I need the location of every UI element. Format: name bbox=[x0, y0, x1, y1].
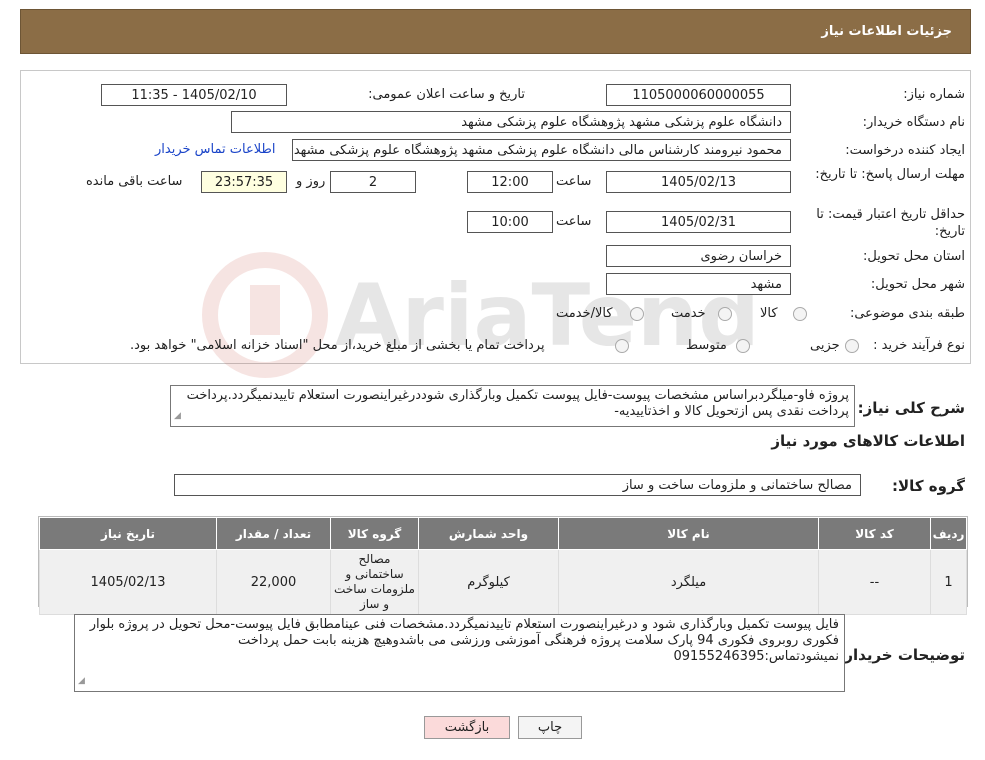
process-note: پرداخت تمام یا بخشی از مبلغ خرید،از محل … bbox=[130, 338, 545, 353]
validity-date-field: 1405/02/31 bbox=[606, 211, 791, 233]
summary-textarea[interactable]: پروژه فاو-میلگردبراساس مشخصات پیوست-فایل… bbox=[170, 385, 855, 427]
process-label: نوع فرآیند خرید : bbox=[873, 338, 965, 353]
city-field: مشهد bbox=[606, 273, 791, 295]
need-number-field: 1105000060000055 bbox=[606, 84, 791, 106]
contact-link[interactable]: اطلاعات تماس خریدار bbox=[155, 142, 275, 157]
contact-link-anchor[interactable]: اطلاعات تماس خریدار bbox=[155, 142, 275, 157]
radio-process-medium[interactable] bbox=[736, 339, 750, 353]
col-group: گروه کالا bbox=[330, 517, 419, 550]
creator-label: ایجاد کننده درخواست: bbox=[845, 143, 965, 158]
radio-category-goods[interactable] bbox=[793, 307, 807, 321]
goods-group-label: گروه کالا: bbox=[892, 477, 965, 495]
remaining-label: ساعت باقی مانده bbox=[86, 174, 183, 189]
radio-category-service[interactable] bbox=[718, 307, 732, 321]
col-unit: واحد شمارش bbox=[418, 517, 559, 550]
province-field: خراسان رضوی bbox=[606, 245, 791, 267]
process-minor-label: جزیی bbox=[810, 338, 840, 353]
page-title: جزئیات اطلاعات نیاز bbox=[821, 24, 952, 39]
cell-code: -- bbox=[818, 549, 931, 615]
col-name: نام کالا bbox=[558, 517, 819, 550]
cell-date: 1405/02/13 bbox=[39, 549, 217, 615]
remaining-time-field: 23:57:35 bbox=[201, 171, 287, 193]
resize-grip-icon[interactable]: ◢ bbox=[174, 408, 181, 424]
announce-field: 1405/02/10 - 11:35 bbox=[101, 84, 287, 106]
category-label: طبقه بندی موضوعی: bbox=[849, 306, 965, 321]
radio-process-minor[interactable] bbox=[845, 339, 859, 353]
resize-grip-icon[interactable]: ◢ bbox=[78, 673, 85, 689]
deadline-label: مهلت ارسال پاسخ: تا تاریخ: bbox=[815, 167, 965, 182]
validity-time-field: 10:00 bbox=[467, 211, 553, 233]
goods-section-title: اطلاعات کالاهای مورد نیاز bbox=[771, 432, 965, 450]
print-button[interactable]: چاپ bbox=[518, 716, 582, 739]
cell-qty: 22,000 bbox=[216, 549, 331, 615]
province-label: استان محل تحویل: bbox=[863, 249, 965, 264]
category-goods-service-label: کالا/خدمت bbox=[556, 306, 613, 321]
summary-label: شرح کلی نیاز: bbox=[857, 399, 965, 417]
table-header-row: ردیف کد کالا نام کالا واحد شمارش گروه کا… bbox=[39, 517, 967, 550]
buyer-org-label: نام دستگاه خریدار: bbox=[862, 115, 965, 130]
deadline-date-field: 1405/02/13 bbox=[606, 171, 791, 193]
days-field: 2 bbox=[330, 171, 416, 193]
col-code: کد کالا bbox=[818, 517, 931, 550]
col-row: ردیف bbox=[930, 517, 967, 550]
table-row[interactable]: 1 -- میلگرد کیلوگرم مصالح ساختمانی و ملز… bbox=[39, 549, 967, 615]
back-button[interactable]: بازگشت bbox=[424, 716, 510, 739]
deadline-time-label: ساعت bbox=[556, 174, 592, 189]
category-service-label: خدمت bbox=[671, 306, 706, 321]
goods-table: ردیف کد کالا نام کالا واحد شمارش گروه کا… bbox=[38, 516, 968, 615]
buyer-notes-textarea[interactable]: فایل پیوست تکمیل وبارگذاری شود و درغیرای… bbox=[74, 614, 845, 692]
cell-row: 1 bbox=[930, 549, 967, 615]
deadline-time-field: 12:00 bbox=[467, 171, 553, 193]
days-label: روز و bbox=[296, 174, 326, 189]
cell-name: میلگرد bbox=[558, 549, 819, 615]
cell-group: مصالح ساختمانی و ملزومات ساخت و ساز bbox=[330, 549, 419, 615]
cell-unit: کیلوگرم bbox=[418, 549, 559, 615]
page-header: جزئیات اطلاعات نیاز bbox=[20, 9, 971, 54]
buyer-org-field: دانشگاه علوم پزشکی مشهد پژوهشگاه علوم پز… bbox=[231, 111, 791, 133]
city-label: شهر محل تحویل: bbox=[870, 277, 965, 292]
summary-text: پروژه فاو-میلگردبراساس مشخصات پیوست-فایل… bbox=[186, 388, 849, 419]
process-medium-label: متوسط bbox=[686, 338, 727, 353]
radio-category-goods-service[interactable] bbox=[630, 307, 644, 321]
category-goods-label: کالا bbox=[760, 306, 778, 321]
validity-label: حداقل تاریخ اعتبار قیمت: تا تاریخ: bbox=[816, 207, 965, 239]
goods-group-field: مصالح ساختمانی و ملزومات ساخت و ساز bbox=[174, 474, 861, 496]
need-number-label: شماره نیاز: bbox=[903, 87, 965, 102]
col-date: تاریخ نیاز bbox=[39, 517, 217, 550]
buyer-notes-text: فایل پیوست تکمیل وبارگذاری شود و درغیرای… bbox=[89, 617, 839, 664]
col-qty: تعداد / مقدار bbox=[216, 517, 331, 550]
radio-process-treasury[interactable] bbox=[615, 339, 629, 353]
announce-label: تاریخ و ساعت اعلان عمومی: bbox=[368, 87, 525, 102]
validity-time-label: ساعت bbox=[556, 214, 592, 229]
buyer-notes-label: توضیحات خریدار: bbox=[838, 646, 965, 664]
creator-field: محمود نیرومند کارشناس مالی دانشگاه علوم … bbox=[292, 139, 791, 161]
